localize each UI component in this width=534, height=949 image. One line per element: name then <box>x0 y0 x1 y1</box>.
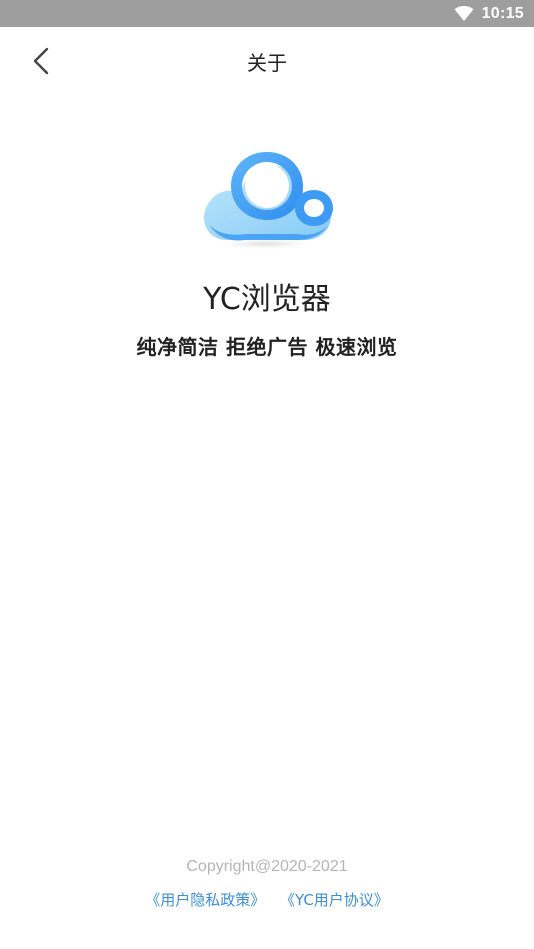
privacy-policy-link[interactable]: 《用户隐私政策》 <box>145 891 265 909</box>
copyright-text: Copyright@2020-2021 <box>186 858 348 875</box>
about-screen: 10:15 关于 YC浏览器 纯净简洁 拒绝广告 极速浏览 Copyright@… <box>0 0 534 949</box>
status-bar: 10:15 <box>0 0 534 27</box>
footer-links: 《用户隐私政策》 《YC用户协议》 <box>0 889 534 910</box>
status-right: 10:15 <box>454 0 524 27</box>
page-title: 关于 <box>247 51 287 75</box>
user-agreement-link[interactable]: 《YC用户协议》 <box>280 891 389 909</box>
header: 关于 <box>0 27 534 95</box>
cloud-logo-icon <box>204 152 333 250</box>
wifi-icon <box>454 5 474 21</box>
app-name: YC浏览器 <box>203 282 331 317</box>
app-slogan: 纯净简洁 拒绝广告 极速浏览 <box>136 335 398 359</box>
status-time: 10:15 <box>481 4 524 22</box>
